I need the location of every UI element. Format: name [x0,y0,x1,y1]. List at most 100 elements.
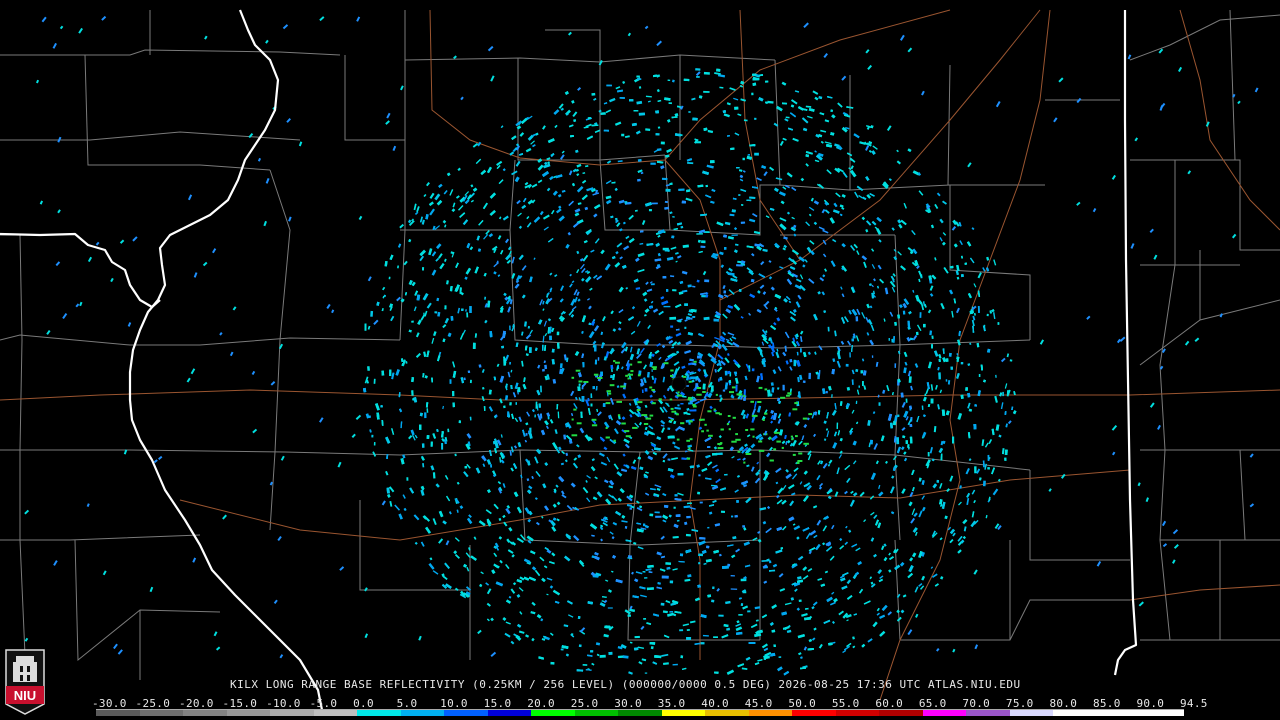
echo-speckle [860,370,864,374]
echo-speckle [643,523,646,527]
echo-speckle [905,398,908,403]
echo-speckle [730,575,735,577]
echo-speckle [576,669,584,672]
echo-speckle [735,243,739,246]
echo-speckle [662,276,667,279]
echo-speckle [654,655,662,659]
echo-speckle [722,565,729,569]
echo-speckle [897,414,900,417]
echo-speckle [665,562,672,565]
echo-speckle [878,402,881,406]
echo-speckle [936,479,939,483]
echo-speckle [894,321,897,326]
echo-speckle [751,368,755,372]
echo-speckle [931,344,933,349]
echo-speckle [718,614,724,617]
echo-speckle [483,406,486,411]
echo-speckle [449,379,452,384]
echo-speckle [938,358,941,363]
echo-speckle [556,331,560,336]
echo-speckle [650,283,655,286]
echo-speckle [434,311,438,314]
echo-speckle [503,405,506,409]
echo-speckle [716,68,721,72]
echo-speckle [517,387,521,393]
echo-speckle [756,76,759,78]
echo-speckle [509,361,512,365]
echo-speckle [740,603,744,606]
echo-speckle [590,393,593,398]
echo-speckle [778,656,782,658]
echo-speckle [599,654,606,658]
echo-speckle [728,379,732,384]
echo-speckle [411,320,414,323]
echo-speckle [667,427,671,430]
echo-speckle [525,433,528,436]
echo-speckle [965,387,968,391]
echo-speckle [432,472,436,479]
echo-speckle [368,415,371,418]
echo-speckle [646,587,654,591]
echo-speckle [871,355,874,358]
echo-speckle [450,316,454,321]
echo-speckle [469,379,472,384]
echo-speckle [602,403,606,407]
echo-speckle [588,322,592,326]
echo-speckle [700,245,706,248]
echo-speckle [702,383,706,390]
echo-speckle [594,359,597,365]
echo-speckle [581,396,585,402]
echo-speckle [600,112,606,115]
echo-speckle [544,364,548,370]
echo-speckle [950,366,954,370]
echo-speckle [734,106,739,110]
echo-speckle [751,92,754,96]
echo-speckle [373,442,376,446]
echo-speckle [735,384,738,392]
echo-speckle [534,414,536,418]
echo-speckle [974,466,977,474]
echo-speckle [590,650,594,653]
echo-speckle [673,506,676,509]
echo-speckle [742,157,745,161]
echo-speckle [890,422,893,429]
echo-speckle [660,141,665,145]
echo-speckle [669,316,677,320]
echo-speckle [478,364,482,368]
echo-speckle [556,342,560,349]
echo-speckle [655,110,659,114]
echo-speckle [738,194,741,196]
echo-speckle [747,610,751,613]
echo-speckle [490,464,493,468]
echo-speckle [888,338,890,341]
echo-speckle [447,428,450,433]
echo-speckle [587,116,592,120]
echo-speckle [528,347,532,353]
echo-speckle [426,435,430,439]
echo-speckle [649,513,654,517]
echo-speckle [509,402,512,406]
echo-speckle [724,246,727,250]
echo-speckle [650,162,656,165]
echo-speckle [373,378,376,384]
echo-speckle [661,177,668,181]
echo-speckle [752,78,760,81]
echo-speckle [644,577,648,579]
echo-speckle [411,390,414,396]
echo-speckle [371,434,374,438]
echo-speckle [696,279,700,283]
echo-speckle [815,371,819,375]
echo-speckle [696,76,700,78]
echo-speckle [621,133,625,137]
echo-speckle [713,318,719,322]
echo-speckle [825,390,828,394]
echo-speckle [910,337,913,341]
echo-speckle [606,84,612,87]
echo-speckle [987,454,990,461]
echo-speckle [699,537,706,540]
echo-speckle [663,504,669,509]
echo-speckle [683,78,690,82]
echo-speckle [679,553,684,557]
echo-speckle [752,82,757,86]
echo-speckle [692,117,698,121]
